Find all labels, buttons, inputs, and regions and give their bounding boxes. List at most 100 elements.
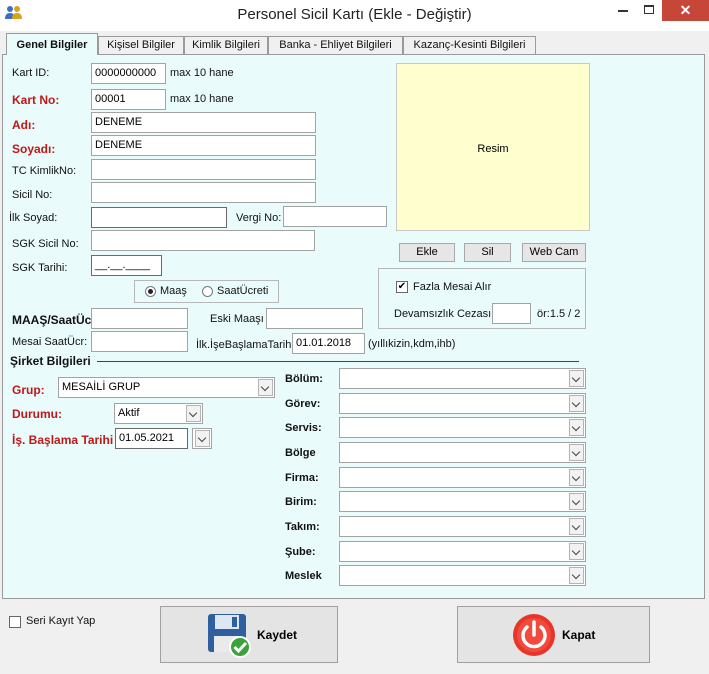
soyadi-label: Soyadı:	[12, 142, 56, 156]
chevron-down-icon	[258, 379, 273, 396]
sicil-no-input[interactable]	[91, 182, 316, 203]
seri-kayit-checkbox[interactable]	[9, 616, 21, 628]
company-field-label: Şube:	[285, 546, 316, 558]
ilk-ise-baslama-input[interactable]: 01.01.2018	[292, 333, 365, 354]
company-field-select[interactable]	[339, 565, 586, 586]
tab-genel-bilgiler[interactable]: Genel Bilgiler	[6, 33, 98, 55]
soyadi-input[interactable]: DENEME	[91, 135, 316, 156]
tc-kimlik-label: TC KimlikNo:	[12, 165, 77, 177]
window-title: Personel Sicil Kartı (Ekle - Değiştir)	[237, 6, 472, 23]
company-field-label: Bölüm:	[285, 373, 323, 385]
durumu-label: Durumu:	[12, 407, 62, 421]
delete-photo-button[interactable]: Sil	[464, 243, 511, 262]
company-field-select[interactable]	[339, 516, 586, 537]
chevron-down-icon	[569, 518, 584, 535]
is-baslama-date-picker[interactable]	[192, 428, 212, 449]
tab-kisisel-bilgiler[interactable]: Kişisel Bilgiler	[98, 36, 184, 55]
is-baslama-input[interactable]: 01.05.2021	[115, 428, 188, 449]
company-field-label: Firma:	[285, 472, 319, 484]
grup-select[interactable]: MESAİLİ GRUP	[58, 377, 275, 398]
sirket-bilgileri-title: Şirket Bilgileri	[10, 354, 91, 368]
company-field-label: Meslek	[285, 570, 322, 582]
photo-placeholder: Resim	[477, 143, 509, 155]
company-field-label: Bölge	[285, 447, 316, 459]
maas-radio[interactable]	[145, 286, 156, 297]
sgk-tarihi-label: SGK Tarihi:	[12, 262, 68, 274]
grup-label: Grup:	[12, 383, 45, 397]
maximize-icon	[644, 5, 654, 14]
minimize-button[interactable]	[610, 0, 636, 21]
devamsizlik-input[interactable]	[492, 303, 531, 324]
company-field-select[interactable]	[339, 491, 586, 512]
saat-ucreti-radio[interactable]	[202, 286, 213, 297]
sgk-sicil-input[interactable]	[91, 230, 315, 251]
webcam-button[interactable]: Web Cam	[522, 243, 586, 262]
chevron-down-icon	[195, 430, 210, 447]
tab-kazanc-kesinti[interactable]: Kazanç-Kesinti Bilgileri	[403, 36, 536, 55]
chevron-down-icon	[569, 493, 584, 510]
chevron-down-icon	[186, 405, 201, 422]
grup-value: MESAİLİ GRUP	[62, 381, 141, 393]
kart-id-input[interactable]: 0000000000	[91, 63, 166, 84]
company-field-select[interactable]	[339, 442, 586, 463]
kart-no-hint: max 10 hane	[170, 93, 234, 105]
maximize-button[interactable]	[636, 0, 662, 21]
pay-type-group: Maaş SaatÜcreti	[134, 280, 279, 303]
fazla-mesai-label: Fazla Mesai Alır	[413, 281, 492, 293]
mesai-saat-input[interactable]	[91, 331, 188, 352]
chevron-down-icon	[569, 395, 584, 412]
tab-banka-ehliyet[interactable]: Banka - Ehliyet Bilgileri	[268, 36, 403, 55]
close-button[interactable]: Kapat	[457, 606, 650, 663]
company-field-label: Birim:	[285, 496, 317, 508]
chevron-down-icon	[569, 469, 584, 486]
ilk-soyad-input[interactable]	[91, 207, 227, 228]
adi-label: Adı:	[12, 118, 36, 132]
power-icon	[513, 614, 555, 656]
company-field-select[interactable]	[339, 467, 586, 488]
tab-kimlik-bilgileri[interactable]: Kimlik Bilgileri	[184, 36, 268, 55]
kart-id-hint: max 10 hane	[170, 67, 234, 79]
floppy-disk-check-icon	[208, 614, 251, 658]
overtime-group: ✔ Fazla Mesai Alır Devamsızlık Cezası: ö…	[378, 268, 586, 329]
chevron-down-icon	[569, 419, 584, 436]
company-field-select[interactable]	[339, 417, 586, 438]
kart-no-input[interactable]: 00001	[91, 89, 166, 110]
maas-input[interactable]	[91, 308, 188, 329]
chevron-down-icon	[569, 370, 584, 387]
durumu-select[interactable]: Aktif	[114, 403, 203, 424]
vergi-no-input[interactable]	[283, 206, 387, 227]
is-baslama-label: İş. Başlama Tarihi	[12, 433, 114, 447]
seri-kayit-label: Seri Kayıt Yap	[26, 615, 96, 627]
add-photo-button[interactable]: Ekle	[399, 243, 455, 262]
sicil-no-label: Sicil No:	[12, 189, 53, 201]
chevron-down-icon	[569, 543, 584, 560]
section-divider	[97, 361, 579, 362]
company-field-label: Takım:	[285, 521, 320, 533]
company-field-select[interactable]	[339, 541, 586, 562]
tc-kimlik-input[interactable]	[91, 159, 316, 180]
save-button[interactable]: Kaydet	[160, 606, 338, 663]
close-window-button[interactable]: ✕	[662, 0, 709, 21]
genel-bilgiler-panel: Kart ID: 0000000000 max 10 hane Kart No:…	[2, 54, 705, 599]
vergi-no-label: Vergi No:	[236, 212, 282, 224]
company-field-select[interactable]	[339, 393, 586, 414]
durumu-value: Aktif	[118, 407, 140, 419]
ilk-soyad-label: İlk Soyad:	[9, 212, 58, 224]
adi-input[interactable]: DENEME	[91, 112, 316, 133]
tab-strip: Genel Bilgiler Kişisel Bilgiler Kimlik B…	[0, 33, 709, 55]
company-field-label: Servis:	[285, 422, 322, 434]
chevron-down-icon	[569, 444, 584, 461]
saat-ucreti-radio-label: SaatÜcreti	[217, 285, 269, 297]
maas-label: MAAŞ/SaatÜc	[12, 313, 92, 327]
eski-maas-input[interactable]	[266, 308, 363, 329]
kart-id-label: Kart ID:	[12, 67, 50, 79]
photo-box[interactable]: Resim	[396, 63, 590, 231]
save-button-label: Kaydet	[257, 628, 298, 642]
close-icon: ✕	[679, 2, 692, 18]
sgk-sicil-label: SGK Sicil No:	[12, 238, 79, 250]
company-field-select[interactable]	[339, 368, 586, 389]
fazla-mesai-checkbox[interactable]: ✔	[396, 281, 408, 293]
sgk-tarihi-input[interactable]: __.__.____	[91, 255, 162, 276]
maas-radio-label: Maaş	[160, 285, 187, 297]
mesai-saat-label: Mesai SaatÜcr:	[12, 336, 88, 348]
